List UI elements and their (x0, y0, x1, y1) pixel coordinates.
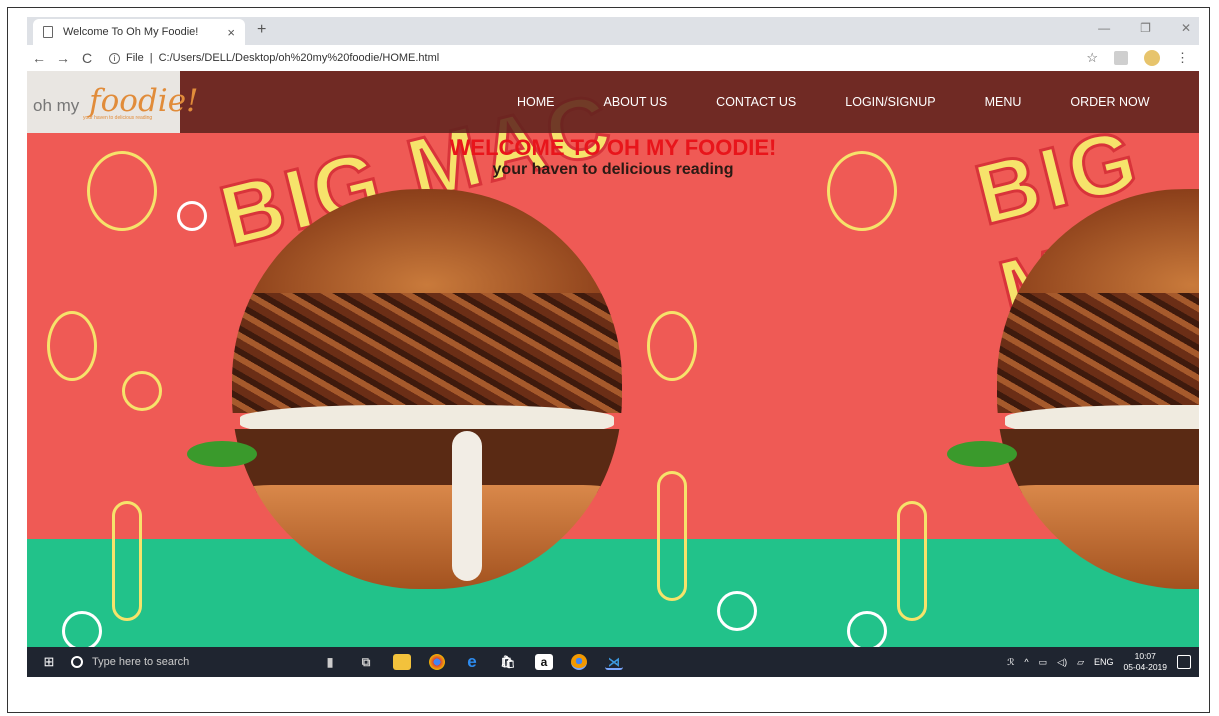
welcome-block: WELCOME TO OH MY FOODIE! your haven to d… (27, 135, 1199, 179)
battery-icon[interactable]: ▭ (1039, 657, 1048, 668)
toolbar-icons: ☆ ⋮ (1086, 50, 1189, 66)
top-bun (232, 189, 622, 309)
tab-strip: Welcome To Oh My Foodie! × + — ❐ ✕ (27, 17, 1199, 45)
page-heading: WELCOME TO OH MY FOODIE! (449, 135, 777, 160)
extension-icon[interactable] (1114, 51, 1128, 65)
nav-contact-us[interactable]: CONTACT US (716, 95, 796, 109)
profile-avatar[interactable] (1144, 50, 1160, 66)
info-icon[interactable]: i (109, 52, 120, 64)
cortana-icon[interactable] (71, 656, 83, 668)
clock-date: 05-04-2019 (1123, 662, 1167, 672)
task-view-icon[interactable]: ⧉ (357, 654, 375, 670)
tab-title: Welcome To Oh My Foodie! (63, 26, 199, 38)
lemon-doodle (647, 311, 697, 381)
close-tab-icon[interactable]: × (227, 25, 235, 40)
nav-login-signup[interactable]: LOGIN/SIGNUP (845, 95, 935, 109)
nav-about-us[interactable]: ABOUT US (604, 95, 668, 109)
people-icon[interactable]: ℛ (1007, 657, 1014, 668)
url-field[interactable]: i File | C:/Users/DELL/Desktop/oh%20my%2… (109, 52, 439, 64)
pulled-meat (997, 293, 1199, 413)
url-separator: | (149, 52, 153, 64)
cactus-doodle (897, 501, 927, 621)
pulled-meat (232, 293, 622, 413)
volume-icon[interactable]: ◁) (1057, 657, 1067, 668)
nav-home[interactable]: HOME (517, 95, 555, 109)
url-text[interactable]: C:/Users/DELL/Desktop/oh%20my%20foodie/H… (159, 52, 440, 64)
search-placeholder[interactable]: Type here to search (92, 656, 189, 668)
site-header: oh my foodie! your haven to delicious re… (27, 71, 1199, 133)
window-controls: — ❐ ✕ (1098, 21, 1191, 35)
flower-doodle (717, 591, 757, 631)
windows-start-icon[interactable]: ⊞ (27, 654, 71, 670)
close-window-button[interactable]: ✕ (1181, 21, 1191, 35)
taskbar-apps: ▮ ⧉ e 🛍 a ⋊ (321, 653, 623, 670)
chrome-icon[interactable] (429, 654, 445, 670)
logo-prefix: oh my (33, 96, 80, 115)
logo-wordmark: oh my foodie! (33, 83, 199, 119)
nav-menu[interactable]: MENU (985, 95, 1022, 109)
system-tray: ℛ ^ ▭ ◁) ▱ ENG 10:07 05-04-2019 (1007, 647, 1191, 677)
edge-icon[interactable]: e (463, 653, 481, 670)
browser-tab[interactable]: Welcome To Oh My Foodie! × (33, 19, 245, 45)
chrome-canary-icon[interactable] (571, 654, 587, 670)
lemon-doodle (47, 311, 97, 381)
patty (232, 429, 622, 493)
cactus-doodle (657, 471, 687, 601)
tray-chevron-icon[interactable]: ^ (1024, 657, 1028, 667)
menu-kebab-icon[interactable]: ⋮ (1176, 50, 1189, 66)
mic-icon[interactable]: ▮ (321, 654, 339, 670)
maximize-button[interactable]: ❐ (1140, 21, 1151, 35)
language-indicator[interactable]: ENG (1094, 657, 1114, 667)
flower-doodle (177, 201, 207, 231)
bookmark-star-icon[interactable]: ☆ (1086, 50, 1098, 66)
amazon-icon[interactable]: a (535, 654, 553, 670)
burger-image (232, 189, 622, 589)
vscode-icon[interactable]: ⋊ (605, 654, 623, 670)
minimize-button[interactable]: — (1098, 21, 1110, 35)
page-icon (43, 26, 53, 38)
main-nav: HOME ABOUT US CONTACT US LOGIN/SIGNUP ME… (517, 95, 1150, 109)
lettuce-leaf (947, 441, 1017, 467)
clock[interactable]: 10:07 05-04-2019 (1124, 651, 1167, 673)
patty (997, 429, 1199, 493)
flower-doodle (62, 611, 102, 647)
page-viewport: BIG MAC BIG MAC oh my foodie! your haven… (27, 71, 1199, 647)
sauce-drip (452, 431, 482, 581)
back-button[interactable]: ← (27, 50, 51, 66)
clock-time: 10:07 (1134, 651, 1156, 661)
lettuce-leaf (187, 441, 257, 467)
taskbar-search[interactable]: Type here to search (71, 647, 321, 677)
windows-taskbar: ⊞ Type here to search ▮ ⧉ e 🛍 a ⋊ ℛ ^ ▭ … (27, 647, 1199, 677)
new-tab-button[interactable]: + (257, 21, 266, 39)
notification-icon[interactable] (1177, 655, 1191, 669)
address-bar: ← → C i File | C:/Users/DELL/Desktop/oh%… (27, 45, 1199, 71)
burger-image (997, 189, 1199, 589)
page-subheading: your haven to delicious reading (492, 161, 734, 178)
bottom-bun (232, 485, 622, 589)
logo-brand: foodie! (89, 83, 199, 119)
site-logo[interactable]: oh my foodie! your haven to delicious re… (27, 71, 199, 133)
flower-doodle (847, 611, 887, 647)
file-explorer-icon[interactable] (393, 654, 411, 670)
forward-button[interactable]: → (51, 50, 75, 66)
url-scheme: File (126, 52, 144, 64)
nav-order-now[interactable]: ORDER NOW (1070, 95, 1149, 109)
logo-tagline: your haven to delicious reading (83, 115, 153, 121)
tomato-doodle (122, 371, 162, 411)
store-icon[interactable]: 🛍 (499, 654, 517, 670)
cactus-doodle (112, 501, 142, 621)
reload-button[interactable]: C (75, 50, 99, 66)
network-icon[interactable]: ▱ (1077, 657, 1084, 668)
